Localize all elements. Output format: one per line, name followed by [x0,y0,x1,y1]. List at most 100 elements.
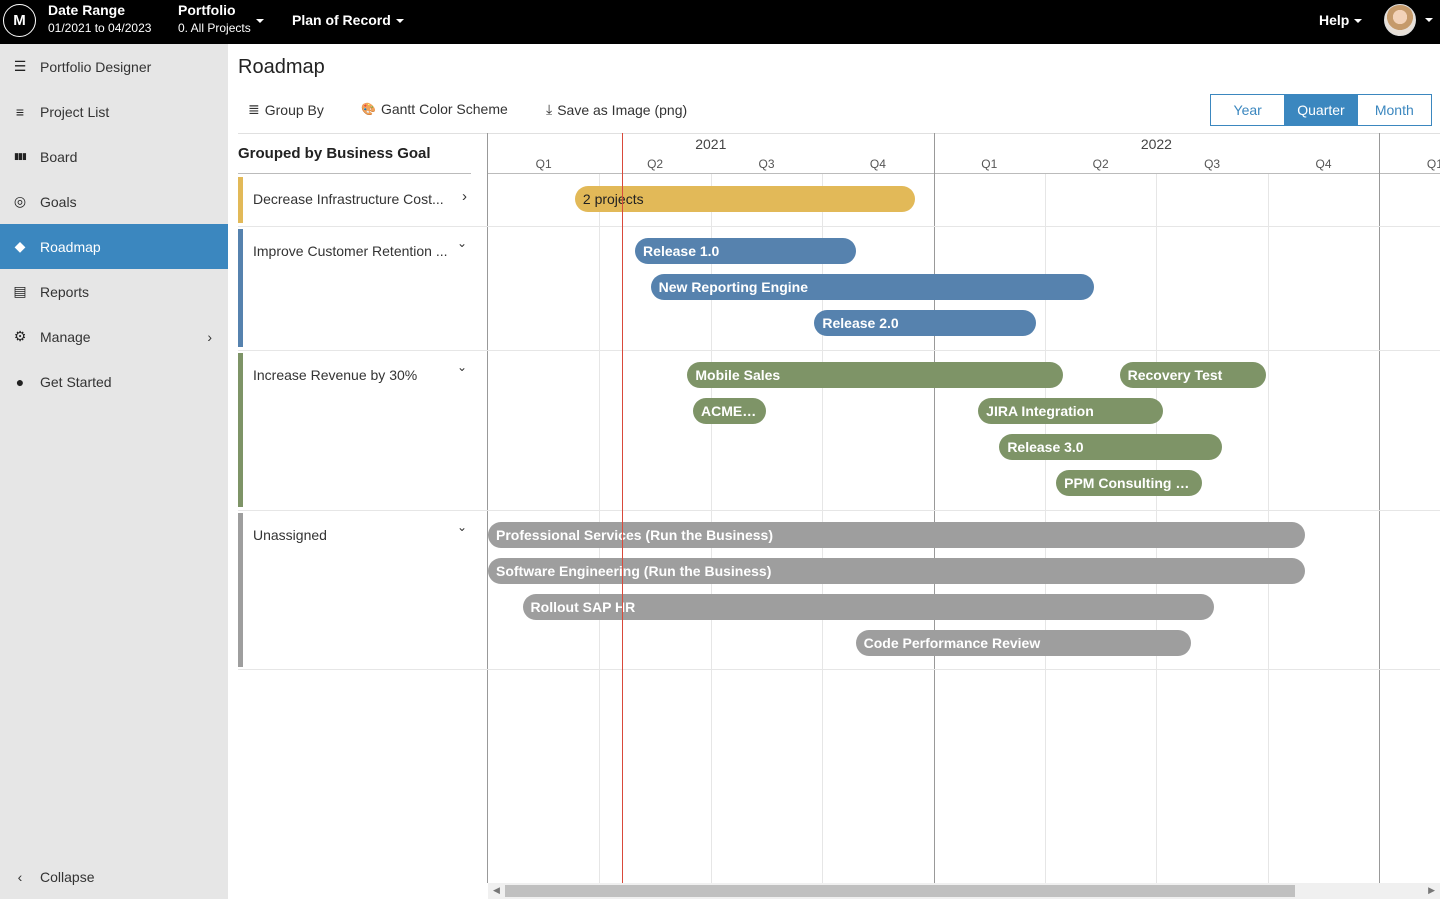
chevron-right-icon[interactable]: › [462,188,467,205]
sidebar-item-label: Project List [40,103,110,120]
date-range-value: 01/2021 to 04/2023 [48,21,152,35]
top-bar: M Date Range 01/2021 to 04/2023 Portfoli… [0,0,1440,44]
sidebar-item-goals[interactable]: ◎ Goals [0,179,228,224]
sidebar-item-label: Roadmap [40,238,101,255]
grouped-by-heading: Grouped by Business Goal [238,145,431,162]
quarter-label: Q2 [1092,157,1109,171]
date-range-selector[interactable]: Date Range 01/2021 to 04/2023 [48,2,151,37]
scroll-left-icon[interactable]: ◀ [493,885,500,896]
color-scheme-label: Gantt Color Scheme [380,101,508,117]
chevron-right-icon: › [207,328,212,345]
group-color-indicator [238,513,243,667]
caret-down-icon[interactable] [1425,18,1433,22]
help-menu[interactable]: Help [1319,12,1363,28]
sidebar: ☰ Portfolio Designer ≡ Project List ▮▮▮ … [0,44,228,899]
gantt-bar[interactable]: Software Engineering (Run the Business) [488,558,1305,584]
save-image-label: Save as Image (png) [557,101,688,118]
sidebar-item-portfolio-designer[interactable]: ☰ Portfolio Designer [0,44,228,89]
year-label: 2021 [695,136,727,152]
quarter-label: Q2 [647,157,664,171]
portfolio-selector[interactable]: Portfolio 0. All Projects [178,2,264,37]
chevron-down-icon[interactable]: ⌄ [457,520,467,534]
app-logo[interactable]: M [3,4,36,37]
group-name: Improve Customer Retention ... [253,243,448,259]
chevron-left-icon: ‹ [17,868,23,885]
document-icon: ▤ [13,283,27,299]
sidebar-item-label: Get Started [40,373,112,390]
group-row[interactable]: Decrease Infrastructure Cost... › [238,174,471,226]
gantt-bar[interactable]: PPM Consulting Pro... [1056,470,1203,496]
gantt-bar[interactable]: Rollout SAP HR [522,594,1215,620]
quarter-label: Q3 [758,157,775,171]
sidebar-item-label: Portfolio Designer [40,58,152,75]
gantt-bar[interactable]: Release 1.0 [635,238,856,264]
divider [488,173,1440,174]
gantt-bar[interactable]: Recovery Test [1119,362,1266,388]
sidebar-item-label: Manage [40,328,91,345]
chevron-down-icon[interactable]: ⌄ [457,236,467,250]
divider [238,133,1440,134]
page-title: Roadmap [238,56,325,78]
horizontal-scrollbar[interactable]: ◀ ▶ [488,883,1440,899]
chevron-down-icon[interactable]: ⌄ [457,360,467,374]
group-color-indicator [238,353,243,507]
quarter-label: Q1 [981,157,998,171]
gantt-bar[interactable]: Code Performance Review [855,630,1191,656]
gantt-summary-bar[interactable]: 2 projects [574,186,915,212]
group-row[interactable]: Unassigned ⌄ [238,510,471,670]
caret-down-icon [1354,19,1363,24]
quarter-label: Q1 [1426,157,1440,171]
plan-label: Plan of Record [292,12,391,28]
gantt-bar[interactable]: Mobile Sales [687,362,1063,388]
palette-icon: 🎨 [361,102,376,116]
gantt-bar[interactable]: Professional Services (Run the Business) [488,522,1305,548]
timeline-border [487,133,488,883]
gantt-color-scheme-button[interactable]: 🎨 Gantt Color Scheme [361,101,508,117]
group-row[interactable]: Improve Customer Retention ... ⌄ [238,226,471,350]
gear-icon: ⚙ [13,328,27,344]
group-row[interactable]: Increase Revenue by 30% ⌄ [238,350,471,510]
sidebar-item-label: Reports [40,283,90,300]
help-label: Help [1319,12,1350,28]
group-color-indicator [238,229,243,347]
group-by-button[interactable]: ≣ Group By [248,101,324,118]
gantt-bar[interactable]: New Reporting Engine [650,274,1094,300]
sidebar-item-project-list[interactable]: ≡ Project List [0,89,228,134]
group-by-label: Group By [264,101,324,118]
group-by-icon: ≣ [248,101,260,117]
board-icon: ▮▮▮ [14,151,27,161]
group-name: Unassigned [253,527,327,543]
today-marker [622,133,623,883]
gantt-bar[interactable]: Release 3.0 [999,434,1223,460]
plan-selector[interactable]: Plan of Record [292,12,404,28]
caret-down-icon [395,19,404,24]
view-quarter-button[interactable]: Quarter [1284,95,1358,125]
roadmap-icon: ◆ [14,238,26,254]
sidebar-item-board[interactable]: ▮▮▮ Board [0,134,228,179]
divider [238,669,1440,670]
gantt-bar[interactable]: Release 2.0 [814,310,1037,336]
download-icon: ⤓ [546,101,553,117]
sidebar-item-label: Board [40,148,78,165]
sidebar-item-get-started[interactable]: ● Get Started [0,359,228,404]
scrollbar-thumb[interactable] [505,885,1295,897]
collapse-sidebar-button[interactable]: ‹ Collapse [0,854,228,899]
target-icon: ◎ [13,193,27,209]
sidebar-item-manage[interactable]: ⚙ Manage › [0,314,228,359]
compass-icon: ● [15,373,25,390]
quarter-label: Q1 [535,157,552,171]
group-name: Decrease Infrastructure Cost... [253,191,444,207]
view-month-button[interactable]: Month [1358,95,1431,125]
quarter-label: Q3 [1204,157,1221,171]
user-avatar[interactable] [1384,4,1416,36]
list-icon: ≡ [15,103,25,120]
sidebar-item-label: Goals [40,193,77,210]
sidebar-item-reports[interactable]: ▤ Reports [0,269,228,314]
view-year-button[interactable]: Year [1211,95,1284,125]
gantt-bar[interactable]: JIRA Integration [978,398,1164,424]
sidebar-item-roadmap[interactable]: ◆ Roadmap [0,224,228,269]
save-as-image-button[interactable]: ⤓ Save as Image (png) [546,101,687,118]
scroll-right-icon[interactable]: ▶ [1428,885,1435,896]
caret-down-icon [255,18,264,23]
gantt-bar[interactable]: ACME In... [692,398,767,424]
